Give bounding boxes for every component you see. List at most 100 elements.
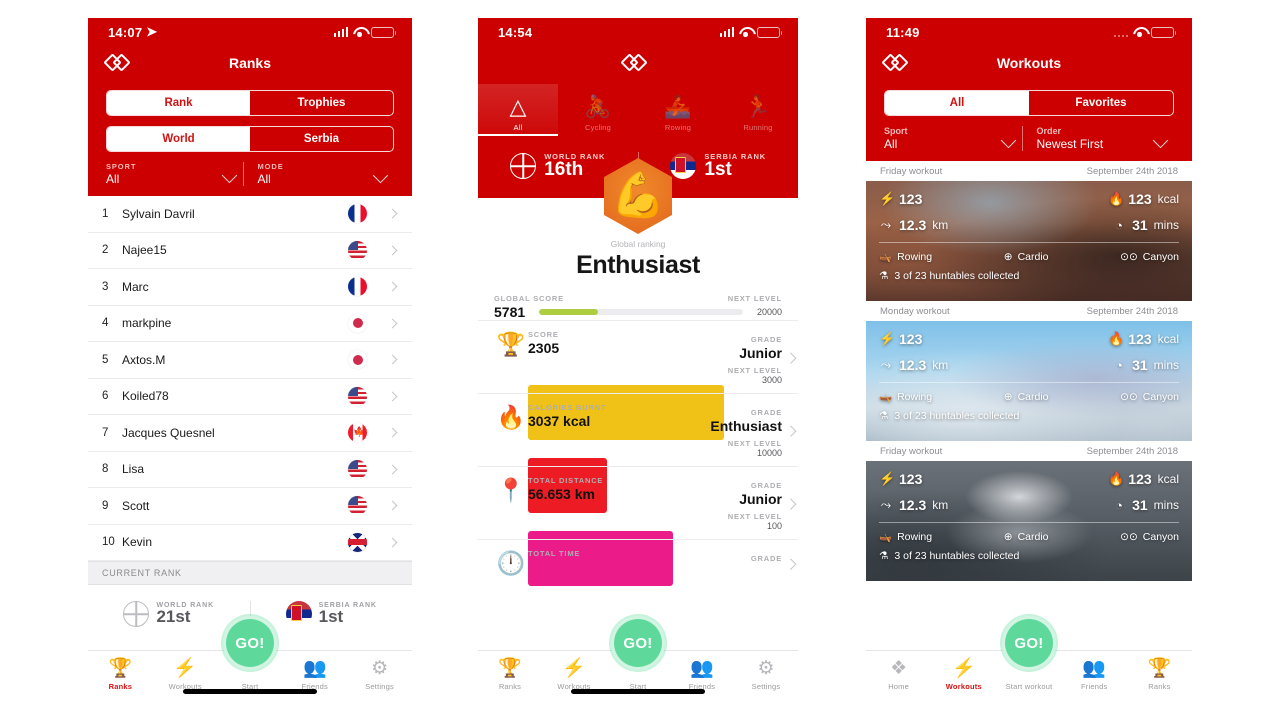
sport-tab-label: Cycling (585, 123, 611, 132)
rank-row[interactable]: 7 Jacques Quesnel (88, 415, 412, 452)
chevron-down-icon[interactable] (221, 167, 237, 184)
chevron-right-icon[interactable] (785, 498, 797, 510)
rank-row[interactable]: 1 Sylvain Davril (88, 196, 412, 233)
tab-home[interactable]: ❖ Home (866, 657, 931, 692)
current-country-rank[interactable]: SERBIA RANK 1st (249, 601, 413, 627)
workout-mode: Cardio (1017, 250, 1049, 263)
rank-row[interactable]: 10 Kevin (88, 525, 412, 561)
page-title: Workouts (996, 55, 1062, 71)
segment-option-serbia[interactable]: Serbia (250, 127, 393, 151)
segment-option-favorites[interactable]: Favorites (1029, 91, 1173, 115)
workout-card[interactable]: ⚡ 123 ⤳ 12.3 km 🔥 123 kcal ◔ 31 mins 🛶 Rowing ⊕ Cardio… (866, 321, 1192, 441)
country-flag-icon (348, 350, 367, 370)
stat-row[interactable]: 🕛 TOTAL TIME GRADE (478, 539, 798, 596)
all-sports-icon: △ (509, 94, 527, 119)
status-time: 14:07 (108, 24, 143, 40)
tab-workouts[interactable]: ⚡ Workouts (542, 657, 606, 692)
order-filter-dropdown[interactable]: Order Newest First (1021, 126, 1175, 151)
tab-ranks[interactable]: 🏆 Ranks (1127, 657, 1192, 692)
start-workout-go-button[interactable]: GO! (611, 616, 665, 670)
chevron-down-icon[interactable] (1152, 132, 1169, 149)
sport-filter-label: SPORT (106, 162, 137, 171)
global-score-value: 5781 (494, 304, 526, 320)
app-logo-icon[interactable] (881, 53, 914, 73)
sport-tab-all[interactable]: △ All (478, 84, 558, 136)
segment-option-rank[interactable]: Rank (107, 91, 250, 115)
workout-title: Monday workout (880, 306, 950, 317)
stat-row[interactable]: 🔥 CALORIES BURNT 3037 kcal GRADE Enthusiast N… (478, 393, 798, 513)
tab-workouts[interactable]: ⚡ Workouts (931, 657, 996, 692)
tab-settings[interactable]: ⚙ Settings (347, 657, 412, 692)
tab-label: Settings (751, 682, 781, 691)
chevron-right-icon[interactable] (387, 391, 398, 402)
workout-card[interactable]: ⚡ 123 ⤳ 12.3 km 🔥 123 kcal ◔ 31 mins 🛶 Rowing ⊕ Cardio… (866, 181, 1192, 301)
start-workout-go-button[interactable]: GO! (1002, 616, 1056, 670)
chevron-right-icon[interactable] (387, 354, 398, 365)
sport-filter-dropdown[interactable]: Sport All (884, 126, 1022, 151)
chevron-down-icon[interactable] (1000, 132, 1016, 149)
chevron-right-icon[interactable] (387, 427, 398, 438)
tab-settings[interactable]: ⚙ Settings (734, 657, 798, 692)
sport-tab-rowing[interactable]: 🚣 Rowing (638, 84, 718, 136)
app-logo-icon[interactable] (620, 53, 653, 73)
segment-rank-trophies[interactable]: Rank Trophies (106, 90, 394, 116)
rank-row[interactable]: 8 Lisa (88, 452, 412, 488)
rank-row[interactable]: 5 Axtos.M (88, 342, 412, 379)
friends-icon: 👥 (1082, 657, 1107, 679)
chevron-right-icon[interactable] (387, 281, 398, 292)
chevron-right-icon[interactable] (785, 425, 797, 437)
rank-position: 6 (102, 390, 109, 403)
rank-row[interactable]: 4 markpine (88, 306, 412, 342)
mode-filter-dropdown[interactable]: MODE All (242, 162, 395, 186)
rank-row[interactable]: 9 Scott (88, 488, 412, 525)
rank-title: Enthusiast (576, 251, 700, 279)
stat-row[interactable]: 📍 TOTAL DISTANCE 56.653 km GRADE Junior NEXT … (478, 466, 798, 586)
tab-friends[interactable]: 👥 Friends (1062, 657, 1127, 692)
segment-all-favorites[interactable]: All Favorites (884, 90, 1174, 116)
segment-option-trophies[interactable]: Trophies (250, 91, 393, 115)
tab-friends[interactable]: 👥 Friends (282, 657, 347, 692)
tab-friends[interactable]: 👥 Friends (670, 657, 734, 692)
battery-icon (1151, 26, 1177, 38)
workout-meta: Friday workout September 24th 2018 (866, 441, 1192, 461)
sport-tab-cycling[interactable]: 🚴 Cycling (558, 84, 638, 136)
chevron-right-icon[interactable] (387, 318, 398, 329)
global-score-block: GLOBAL SCORE NEXT LEVEL 5781 20000 (494, 294, 782, 320)
segment-option-world[interactable]: World (107, 127, 250, 151)
chevron-right-icon[interactable] (387, 464, 398, 475)
app-logo-icon[interactable] (103, 53, 136, 73)
tab-workouts[interactable]: ⚡ Workouts (153, 657, 218, 692)
start-workout-go-button[interactable]: GO! (223, 616, 277, 670)
stat-grade: Junior (739, 491, 782, 507)
current-world-rank[interactable]: WORLD RANK 21st (88, 601, 250, 627)
rank-row[interactable]: 3 Marc (88, 269, 412, 306)
tab-ranks[interactable]: 🏆 Ranks (478, 657, 542, 692)
trophy-icon: 🏆 (108, 657, 133, 679)
workout-card[interactable]: ⚡ 123 ⤳ 12.3 km 🔥 123 kcal ◔ 31 mins 🛶 Rowing ⊕ Cardio… (866, 461, 1192, 581)
clock-icon: ◔ (1115, 357, 1123, 373)
rank-position: 4 (102, 317, 109, 330)
segment-world-serbia[interactable]: World Serbia (106, 126, 394, 152)
tab-ranks[interactable]: 🏆 Ranks (88, 657, 153, 692)
chevron-right-icon[interactable] (387, 537, 398, 548)
sport-tab-running[interactable]: 🏃 Running (718, 84, 798, 136)
segment-option-all[interactable]: All (885, 91, 1029, 115)
chevron-right-icon[interactable] (387, 500, 398, 511)
stat-next-label: NEXT LEVEL (727, 439, 782, 448)
global-score-next-label: NEXT LEVEL (727, 294, 782, 303)
chevron-right-icon[interactable] (387, 208, 398, 219)
sport-filter-dropdown[interactable]: SPORT All (106, 162, 243, 186)
chevron-down-icon[interactable] (372, 167, 389, 184)
workouts-header: 11:49 Workouts All Favorites Sport All O… (866, 18, 1192, 161)
stat-row[interactable]: 🏆 SCORE 2305 GRADE Junior NEXT LEVEL 3000 (478, 320, 798, 440)
rank-row[interactable]: 2 Najee15 (88, 233, 412, 269)
divider (879, 522, 1179, 523)
rank-position: 1 (102, 207, 109, 220)
chevron-right-icon[interactable] (387, 245, 398, 256)
rank-row[interactable]: 6 Koiled78 (88, 379, 412, 415)
country-flag-icon (348, 313, 367, 333)
chevron-right-icon[interactable] (785, 352, 797, 364)
chevron-right-icon[interactable] (785, 558, 797, 570)
distance-icon: 📍 (496, 477, 526, 503)
sport-filter-value: All (106, 172, 120, 186)
